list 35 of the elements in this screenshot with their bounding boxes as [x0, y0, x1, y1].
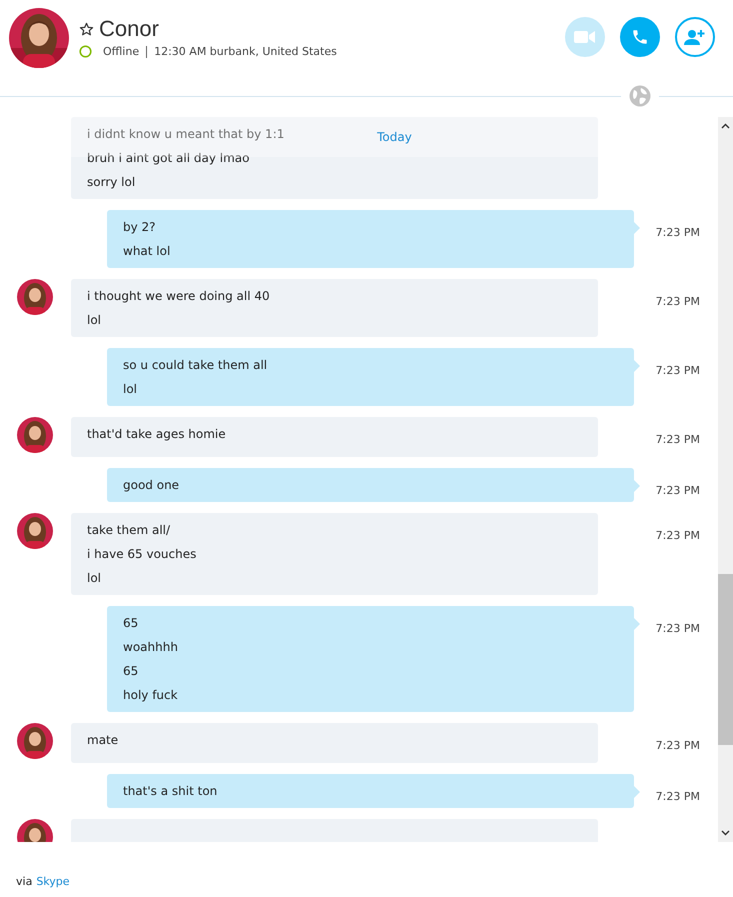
- message-text: lol: [123, 381, 138, 398]
- skype-link[interactable]: Skype: [36, 875, 70, 888]
- message-text: i didnt know u meant that by 1:1: [87, 126, 284, 143]
- message-text: take them all/: [87, 522, 170, 539]
- message-text: woahhhh: [123, 639, 178, 656]
- message-text: lol: [87, 312, 102, 329]
- status-text: Offline: [103, 45, 140, 58]
- message-time: 7:23 PM: [656, 622, 700, 635]
- contact-details: 12:30 AM burbank, United States: [154, 45, 337, 58]
- date-divider: Today: [377, 130, 412, 144]
- message-text: i have 65 vouches: [87, 546, 196, 563]
- message-text: 65: [123, 663, 138, 680]
- message-text: good one: [123, 477, 180, 494]
- message-time: 7:23 PM: [656, 529, 700, 542]
- message-text: mate: [87, 732, 118, 749]
- message-text: that's a shit ton: [123, 783, 218, 800]
- message-time: 7:23 PM: [656, 790, 700, 803]
- message-text: that'd take ages homie: [87, 426, 226, 443]
- message-time: 7:23 PM: [656, 739, 700, 752]
- message-time: 7:23 PM: [656, 226, 700, 239]
- message-time: 7:23 PM: [656, 433, 700, 446]
- message-text: by 2?: [123, 219, 156, 236]
- footer-text: via: [16, 875, 32, 888]
- message-text: lol: [87, 570, 102, 587]
- message-text: sorry lol: [87, 174, 136, 191]
- message-text: 65: [123, 615, 138, 632]
- message-text: so u could take them all: [123, 357, 268, 374]
- message-text: what lol: [123, 243, 170, 260]
- message-text: holy fuck: [123, 687, 178, 704]
- contact-name: Conor: [99, 16, 159, 42]
- message-time: 7:23 PM: [656, 295, 700, 308]
- message-time: 7:23 PM: [656, 484, 700, 497]
- message-text: bruh i aint got all day lmao: [87, 150, 250, 167]
- message-time: 7:23 PM: [656, 364, 700, 377]
- message-text: i thought we were doing all 40: [87, 288, 270, 305]
